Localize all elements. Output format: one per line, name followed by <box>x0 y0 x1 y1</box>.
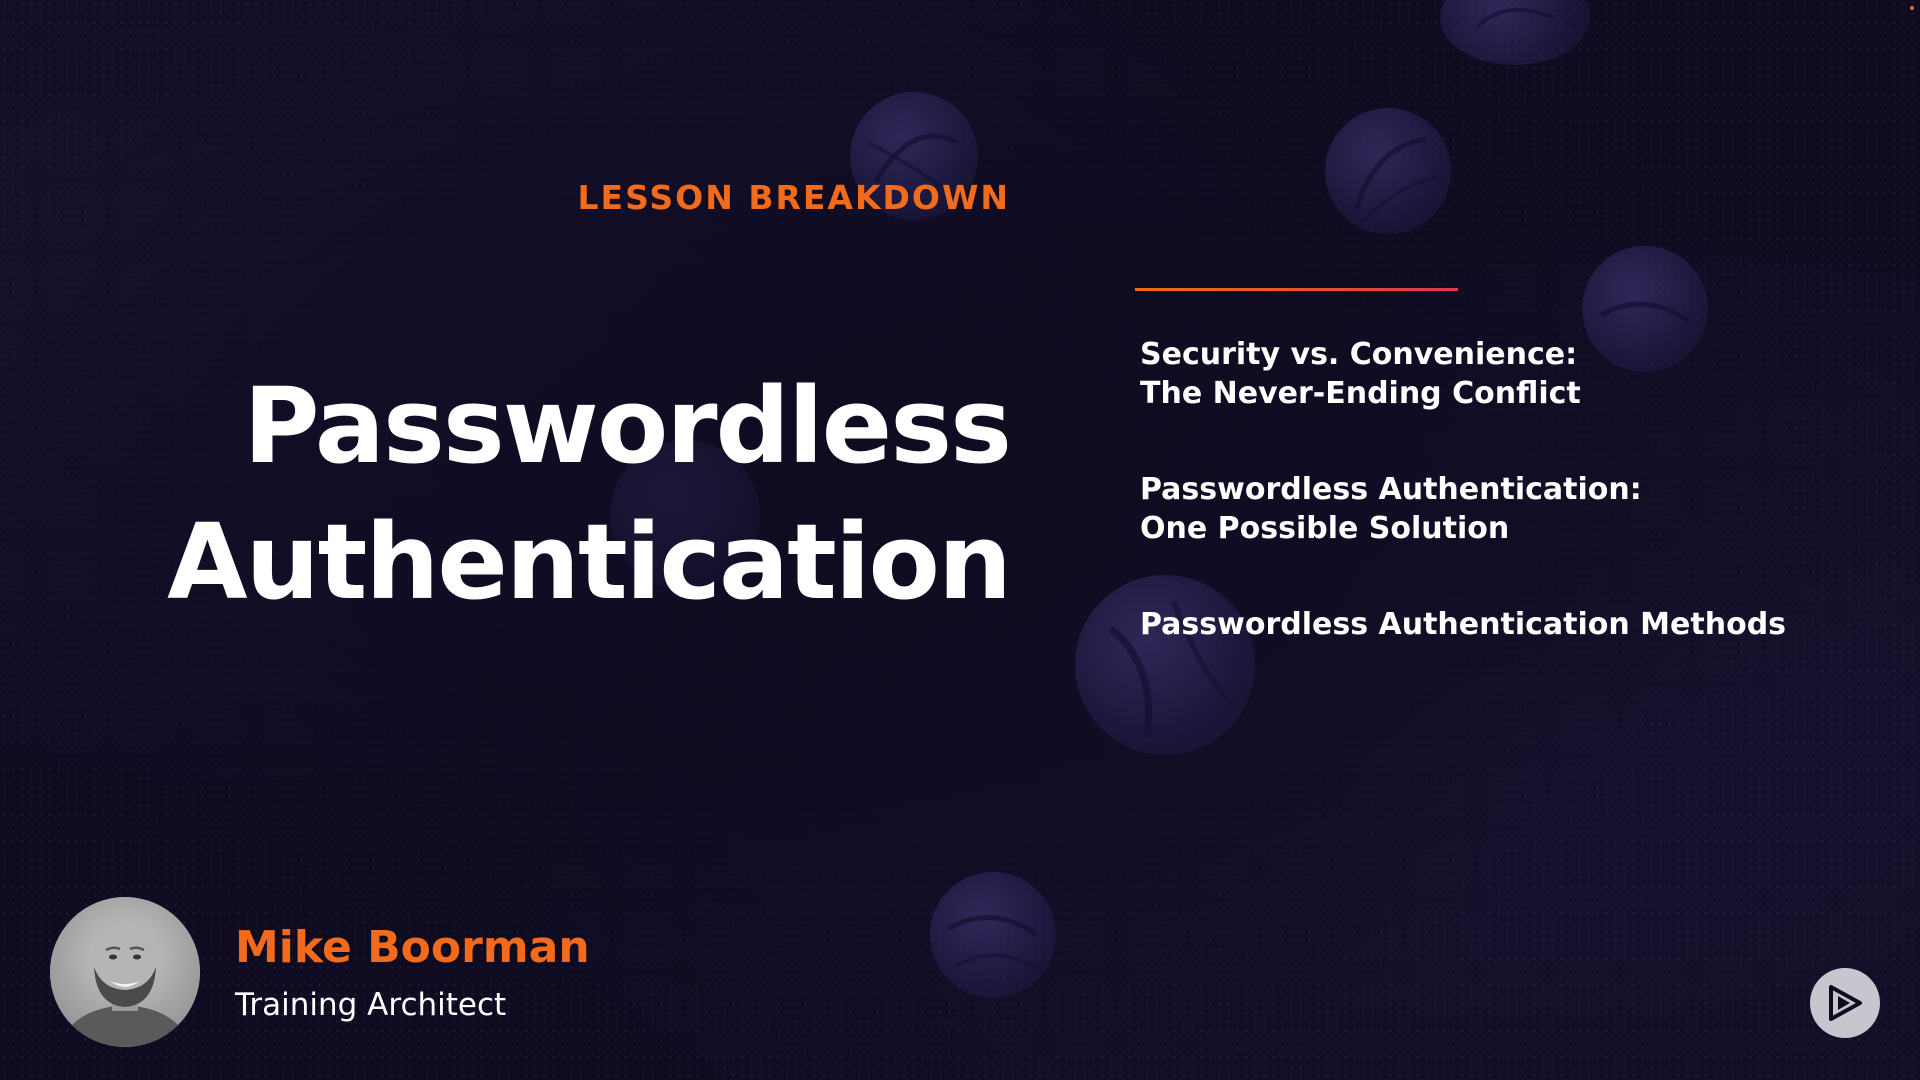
topic-item: Passwordless Authentication Methods <box>1140 605 1840 644</box>
play-logo-icon <box>1810 968 1880 1038</box>
topic-item: Security vs. Convenience: The Never-Endi… <box>1140 335 1840 413</box>
presenter-role: Training Architect <box>235 987 507 1023</box>
slide-stage: LESSON BREAKDOWN Passwordless Authentica… <box>0 0 1920 1080</box>
corner-indicator-dot <box>1910 6 1914 10</box>
decorative-bubble <box>1325 108 1451 234</box>
slide-title: Passwordless Authentication <box>110 358 1012 630</box>
topic-item-line-1: Passwordless Authentication: <box>1140 472 1642 507</box>
topic-item: Passwordless Authentication: One Possibl… <box>1140 470 1840 548</box>
topic-item-line-1: Passwordless Authentication Methods <box>1140 607 1787 642</box>
presenter-name: Mike Boorman <box>235 922 590 973</box>
slide-title-line-1: Passwordless <box>243 365 1012 487</box>
lesson-breakdown-label: LESSON BREAKDOWN <box>577 178 1010 217</box>
presenter-portrait-icon <box>50 897 200 1047</box>
topic-item-line-2: The Never-Ending Conflict <box>1140 376 1581 411</box>
topic-list: Security vs. Convenience: The Never-Endi… <box>1140 335 1840 701</box>
slide-title-line-2: Authentication <box>167 501 1012 623</box>
decorative-bubble <box>1440 0 1590 65</box>
avatar <box>50 897 200 1047</box>
accent-divider <box>1135 288 1458 291</box>
decorative-bubble <box>930 872 1056 998</box>
topic-item-line-1: Security vs. Convenience: <box>1140 337 1578 372</box>
topic-item-line-2: One Possible Solution <box>1140 511 1510 546</box>
